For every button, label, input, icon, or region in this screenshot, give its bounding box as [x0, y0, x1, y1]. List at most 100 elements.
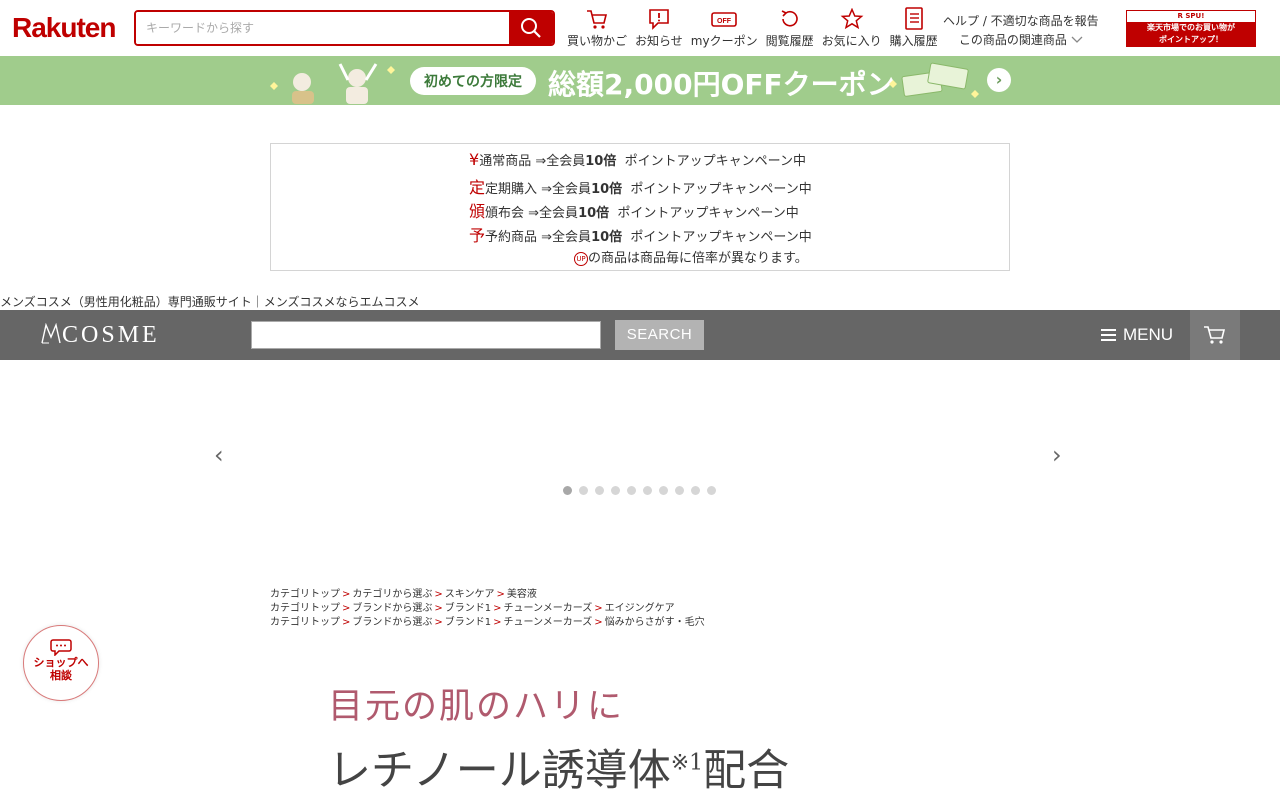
breadcrumb-separator: > — [342, 617, 351, 628]
history-icon — [781, 10, 798, 27]
first-time-coupon-banner[interactable]: 初めての方限定 総額2,000円OFFクーポン › — [0, 56, 1280, 105]
carousel-next-button[interactable]: › — [1052, 441, 1062, 469]
rakuten-header: Rakuten 買い物かご お知らせ OFF myクーポン 閲覧履歴 お気に入り — [0, 0, 1280, 56]
breadcrumb-link[interactable]: 美容液 — [507, 589, 537, 600]
carousel-dot[interactable] — [707, 486, 716, 495]
nav-my-coupon[interactable]: OFF myクーポン — [691, 6, 758, 49]
mcosme-m-logo-icon — [41, 322, 61, 344]
point-up-icon: UP — [574, 251, 588, 266]
notification-icon — [649, 9, 669, 30]
mcosme-header-bar: COSME SEARCH MENU — [0, 310, 1280, 360]
breadcrumb-link[interactable]: ブランドから選ぶ — [352, 603, 432, 614]
breadcrumb-separator: > — [493, 603, 502, 614]
subscription-tag-icon: 定 — [469, 178, 486, 197]
coupon-headline: 総額2,000円OFFクーポン — [548, 68, 895, 101]
mcosme-logo[interactable]: COSME — [40, 322, 160, 349]
breadcrumb-link[interactable]: ブランド1 — [445, 603, 491, 614]
nav-cart[interactable]: 買い物かご — [567, 6, 627, 49]
mcosme-cart-button[interactable] — [1190, 310, 1240, 360]
nav-notifications-label: お知らせ — [635, 34, 683, 48]
breadcrumb-separator: > — [434, 589, 443, 600]
nav-browsing-history[interactable]: 閲覧履歴 — [766, 6, 814, 49]
carousel-dot[interactable] — [627, 486, 636, 495]
carousel-dot[interactable] — [643, 486, 652, 495]
breadcrumb-line: カテゴリトップ > ブランドから選ぶ > ブランド1 > チューンメーカーズ > 悩みからさがす… — [270, 616, 705, 630]
breadcrumb-link[interactable]: チューンメーカーズ — [504, 603, 593, 614]
breadcrumb-separator: > — [342, 589, 351, 600]
rakuten-nav: 買い物かご お知らせ OFF myクーポン 閲覧履歴 お気に入り 購入履歴 — [567, 6, 946, 49]
carousel-dot[interactable] — [579, 486, 588, 495]
carousel-dot[interactable] — [563, 486, 572, 495]
nav-browsing-history-label: 閲覧履歴 — [765, 34, 814, 48]
breadcrumb-separator: > — [594, 603, 603, 614]
celebration-illustration-icon — [270, 63, 395, 104]
help-report-link[interactable]: ヘルプ / 不適切な商品を報告 — [943, 12, 1099, 31]
breadcrumb-link[interactable]: ブランドから選ぶ — [352, 617, 432, 628]
carousel-dot[interactable] — [691, 486, 700, 495]
breadcrumb-link[interactable]: チューンメーカーズ — [504, 617, 593, 628]
mcosme-search-button[interactable]: SEARCH — [615, 320, 704, 350]
spu-banner-line1: 楽天市場でのお買い物が — [1147, 23, 1235, 32]
carousel-pagination — [563, 486, 723, 495]
breadcrumb: カテゴリトップ > カテゴリから選ぶ > スキンケア > 美容液 カテゴリトップ > ブランドから… — [270, 588, 705, 630]
star-icon — [840, 8, 864, 30]
points-row: 定定期購入 ⇒全会員10倍 ポイントアップキャンペーン中 — [469, 178, 812, 197]
breadcrumb-link[interactable]: 悩みからさがす・毛穴 — [605, 617, 705, 628]
cart-icon — [1204, 326, 1226, 344]
nav-purchase-history-label: 購入履歴 — [889, 34, 938, 48]
points-row: 頒頒布会 ⇒全会員10倍 ポイントアップキャンペーン中 — [469, 202, 799, 221]
shop-consult-chat-button[interactable]: ショップへ 相談 — [23, 625, 99, 701]
nav-purchase-history[interactable]: 購入履歴 — [890, 6, 938, 49]
chevron-right-icon: › — [987, 68, 1011, 92]
breadcrumb-link[interactable]: カテゴリから選ぶ — [352, 589, 432, 600]
chat-label-line2: 相談 — [50, 669, 72, 682]
breadcrumb-link[interactable]: スキンケア — [445, 589, 495, 600]
breadcrumb-separator: > — [434, 603, 443, 614]
points-note: UP の商品は商品毎に倍率が異なります。 — [574, 247, 808, 266]
related-products-label: この商品の関連商品 — [958, 33, 1067, 47]
hero-subheadline: レチノール誘導体※1配合 — [328, 746, 790, 796]
site-description: メンズコスメ（男性用化粧品）専門通販サイト｜メンズコスメならエムコスメ — [0, 295, 420, 309]
breadcrumb-separator: > — [434, 617, 443, 628]
nav-cart-label: 買い物かご — [567, 34, 628, 48]
breadcrumb-separator: > — [594, 617, 603, 628]
coupon-icon: OFF — [711, 12, 737, 27]
distribution-tag-icon: 頒 — [469, 202, 486, 221]
rakuten-help-links: ヘルプ / 不適切な商品を報告 この商品の関連商品 — [943, 12, 1099, 50]
breadcrumb-line: カテゴリトップ > カテゴリから選ぶ > スキンケア > 美容液 — [270, 588, 705, 602]
chevron-down-icon — [1071, 36, 1083, 43]
search-icon — [521, 18, 541, 38]
hamburger-icon — [1101, 329, 1116, 341]
nav-my-coupon-label: myクーポン — [690, 34, 758, 48]
purchase-list-icon — [904, 7, 923, 30]
svg-text:OFF: OFF — [717, 18, 732, 25]
breadcrumb-separator: > — [342, 603, 351, 614]
mcosme-logo-text: COSME — [62, 322, 160, 348]
mcosme-search-input[interactable] — [251, 321, 601, 349]
breadcrumb-link[interactable]: エイジングケア — [605, 603, 675, 614]
chat-bubble-icon — [50, 639, 72, 657]
rakuten-search-button[interactable] — [509, 12, 553, 44]
rakuten-logo[interactable]: Rakuten — [12, 12, 116, 44]
breadcrumb-link[interactable]: ブランド1 — [445, 617, 491, 628]
mcosme-menu-button[interactable]: MENU — [1101, 310, 1173, 360]
carousel-prev-button[interactable]: ‹ — [214, 441, 224, 469]
breadcrumb-link[interactable]: カテゴリトップ — [270, 603, 340, 614]
carousel-dot[interactable] — [611, 486, 620, 495]
hero-headline: 目元の肌のハリに — [328, 687, 625, 727]
nav-favorites[interactable]: お気に入り — [822, 6, 882, 49]
cart-icon — [587, 10, 608, 29]
carousel-dot[interactable] — [659, 486, 668, 495]
rakuten-search-input[interactable] — [136, 12, 509, 44]
breadcrumb-link[interactable]: カテゴリトップ — [270, 589, 340, 600]
spu-banner[interactable]: R SPU! 楽天市場でのお買い物が ポイントアップ！ — [1126, 10, 1256, 47]
breadcrumb-separator: > — [493, 617, 502, 628]
related-products-link[interactable]: この商品の関連商品 — [943, 31, 1099, 50]
breadcrumb-link[interactable]: カテゴリトップ — [270, 617, 340, 628]
nav-notifications[interactable]: お知らせ — [635, 6, 683, 49]
breadcrumb-separator: > — [496, 589, 505, 600]
points-row: ¥通常商品 ⇒全会員10倍 ポイントアップキャンペーン中 — [469, 150, 806, 169]
carousel-dot[interactable] — [595, 486, 604, 495]
carousel-dot[interactable] — [675, 486, 684, 495]
spu-banner-title: R SPU! — [1127, 11, 1255, 22]
